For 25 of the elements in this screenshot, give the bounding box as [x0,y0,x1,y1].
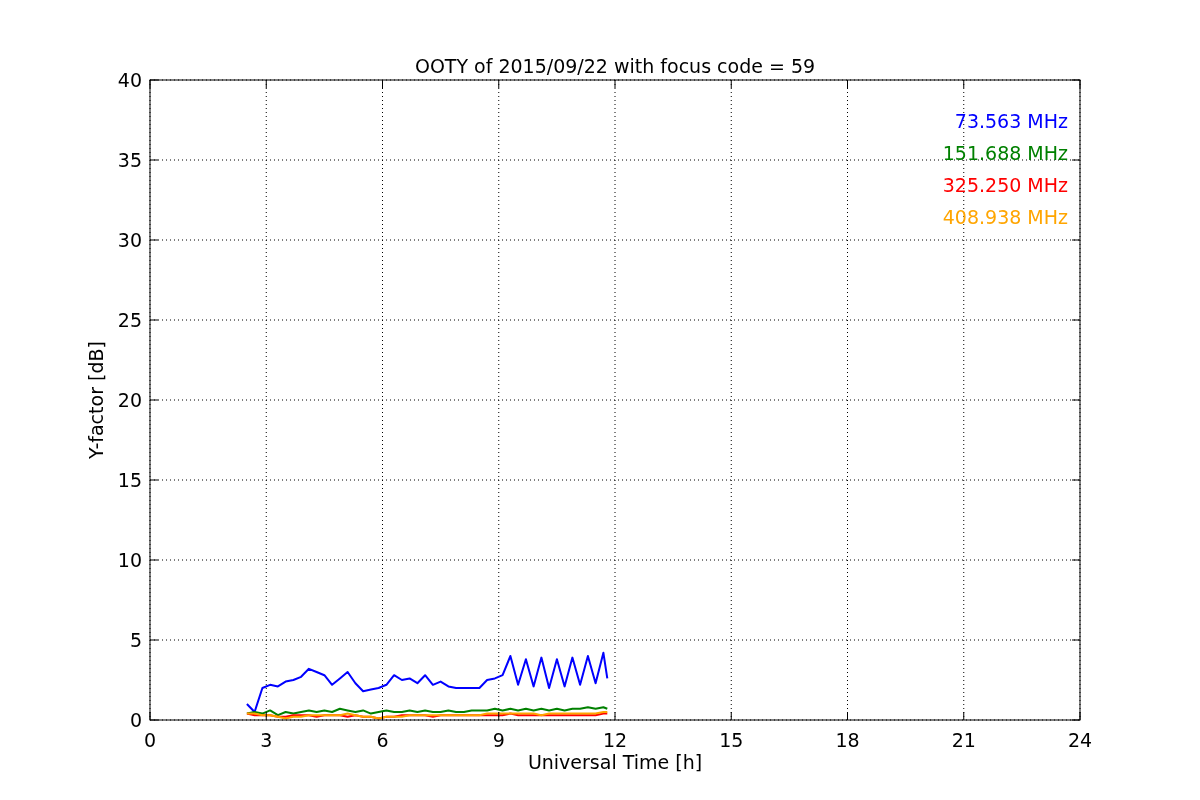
tick-label: 9 [492,729,505,751]
tick-label: 0 [129,709,142,731]
legend-label: 73.563 MHz [954,110,1068,132]
tick-label: 10 [117,549,142,571]
tick-label: 18 [835,729,860,751]
tick-label: 15 [719,729,744,751]
tick-label: 30 [117,229,142,251]
tick-label: 15 [117,469,142,491]
tick-label: 21 [951,729,976,751]
tick-label: 20 [117,389,142,411]
tick-label: 12 [602,729,628,751]
legend-label: 325.250 MHz [942,174,1068,196]
tick-label: 3 [260,729,273,751]
tick-label: 6 [376,729,389,751]
y-axis-label: Y-factor [dB] [85,341,107,459]
legend-label: 151.688 MHz [942,142,1068,164]
x-axis-label: Universal Time [h] [527,751,703,773]
legend-label: 408.938 MHz [942,206,1068,228]
tick-label: 5 [129,629,142,651]
tick-label: 25 [117,309,142,331]
chart-title: OOTY of 2015/09/22 with focus code = 59 [414,55,816,77]
tick-label: 0 [143,729,157,751]
tick-label: 24 [1067,729,1093,751]
tick-label: 40 [117,69,142,91]
tick-label: 35 [117,149,142,171]
